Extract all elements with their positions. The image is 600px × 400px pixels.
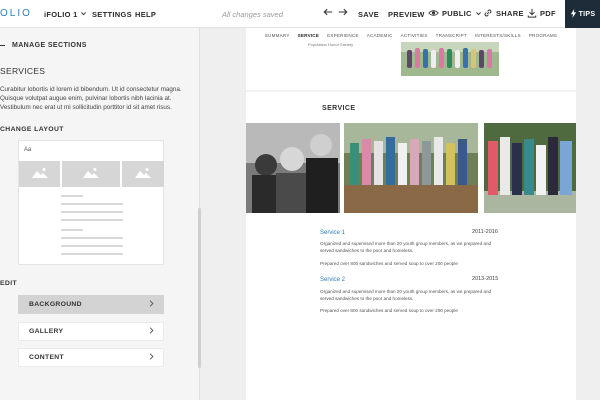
public-dropdown[interactable]: PUBLIC: [428, 8, 482, 20]
nav-transcript[interactable]: TRANSCRIPT: [436, 33, 467, 42]
tips-button[interactable]: TIPS: [565, 0, 600, 28]
gallery-button-label: GALLERY: [29, 328, 64, 335]
save-button[interactable]: SAVE: [358, 10, 379, 19]
chevron-down-icon: [80, 10, 87, 19]
share-label: SHARE: [496, 9, 524, 18]
gallery-photo-2[interactable]: [344, 123, 478, 213]
entry-title: Service 1: [320, 230, 346, 236]
chevron-right-icon: [149, 353, 154, 362]
nav-activities[interactable]: ACTIVITIES: [401, 33, 428, 42]
entry-years: 2011-2016: [472, 229, 498, 235]
manage-sections-link[interactable]: MANAGE SECTIONS: [0, 42, 87, 49]
folio-selector-label: iFOLIO 1: [44, 10, 78, 19]
entry-description: Organized and supervised more than 20 yo…: [320, 241, 492, 253]
manage-sections-label: MANAGE SECTIONS: [12, 42, 87, 49]
tips-label: TIPS: [578, 10, 596, 18]
editor-sidebar: MANAGE SECTIONS SERVICES Curabitur lobor…: [0, 28, 200, 400]
preview-button[interactable]: PREVIEW: [388, 10, 425, 19]
nav-experience[interactable]: EXPERIENCE: [327, 33, 359, 42]
image-icon: [83, 165, 99, 183]
content-button[interactable]: CONTENT: [18, 348, 164, 367]
edit-heading: EDIT: [0, 280, 18, 287]
section-title: SERVICES: [0, 66, 46, 76]
eye-icon: [428, 8, 439, 20]
entry-years: 2013-2015: [472, 276, 499, 282]
save-status: All changes saved: [222, 10, 283, 19]
chevron-right-icon: [149, 300, 154, 309]
gallery-button[interactable]: GALLERY: [18, 322, 164, 341]
share-icon: [483, 8, 493, 20]
chevron-right-icon: [149, 327, 154, 336]
nav-academic[interactable]: ACADEMIC: [367, 33, 393, 42]
section-nav: SUMMARY SERVICE EXPERIENCE ACADEMIC ACTI…: [246, 28, 576, 42]
section-divider: [246, 90, 576, 92]
logo[interactable]: OLIO: [0, 8, 32, 19]
entry-detail: Prepared over 800 sandwiches and served …: [320, 308, 458, 313]
nav-service[interactable]: SERVICE: [298, 33, 319, 42]
bolt-icon: [570, 8, 577, 20]
dash-icon: [0, 45, 5, 46]
gallery-photo-3[interactable]: [484, 123, 576, 213]
group-photo-top: [401, 42, 499, 76]
background-button[interactable]: BACKGROUND: [18, 295, 164, 314]
share-button[interactable]: SHARE: [483, 8, 524, 20]
section-description: Curabitur lobortis id lorem id bibendum.…: [0, 86, 182, 111]
entry-description: Organized and supervised more than 20 yo…: [320, 289, 492, 301]
pdf-label: PDF: [540, 9, 556, 18]
nav-summary[interactable]: SUMMARY: [265, 33, 290, 42]
arrow-left-icon[interactable]: [323, 7, 333, 20]
settings-menu[interactable]: SETTINGS: [92, 10, 132, 19]
sidebar-scrollbar[interactable]: [198, 208, 201, 368]
folio-selector[interactable]: iFOLIO 1: [44, 10, 87, 19]
service-heading: SERVICE: [322, 105, 356, 112]
nav-programs[interactable]: PROGRAMS: [529, 33, 557, 42]
help-menu[interactable]: HELP: [135, 10, 156, 19]
public-label: PUBLIC: [442, 9, 472, 18]
image-icon: [31, 165, 48, 183]
content-button-label: CONTENT: [29, 354, 64, 361]
entry-title: Service 2: [320, 277, 346, 283]
org-caption: Population Honor Society: [308, 42, 354, 47]
layout-image-placeholder: [19, 161, 60, 187]
download-icon: [527, 8, 537, 20]
entry-detail: Prepared over 800 sandwiches and served …: [320, 261, 458, 266]
nav-interests-skills[interactable]: INTERESTS/SKILLS: [475, 33, 521, 42]
layout-image-placeholder: [62, 161, 120, 187]
chevron-down-icon: [475, 10, 482, 19]
change-layout-heading: CHANGE LAYOUT: [0, 126, 64, 133]
layout-font-label: Aa: [24, 147, 32, 153]
background-button-label: BACKGROUND: [29, 301, 82, 308]
layout-text-lines: [61, 195, 123, 261]
pdf-button[interactable]: PDF: [527, 8, 556, 20]
arrow-right-icon[interactable]: [338, 7, 348, 20]
image-icon: [135, 165, 151, 183]
top-bar: OLIO iFOLIO 1 SETTINGS HELP All changes …: [0, 0, 600, 28]
layout-preview[interactable]: Aa: [18, 140, 164, 265]
folio-page: SUMMARY SERVICE EXPERIENCE ACADEMIC ACTI…: [246, 28, 576, 400]
gallery-photo-1[interactable]: [246, 123, 340, 213]
layout-image-placeholder: [122, 161, 164, 187]
